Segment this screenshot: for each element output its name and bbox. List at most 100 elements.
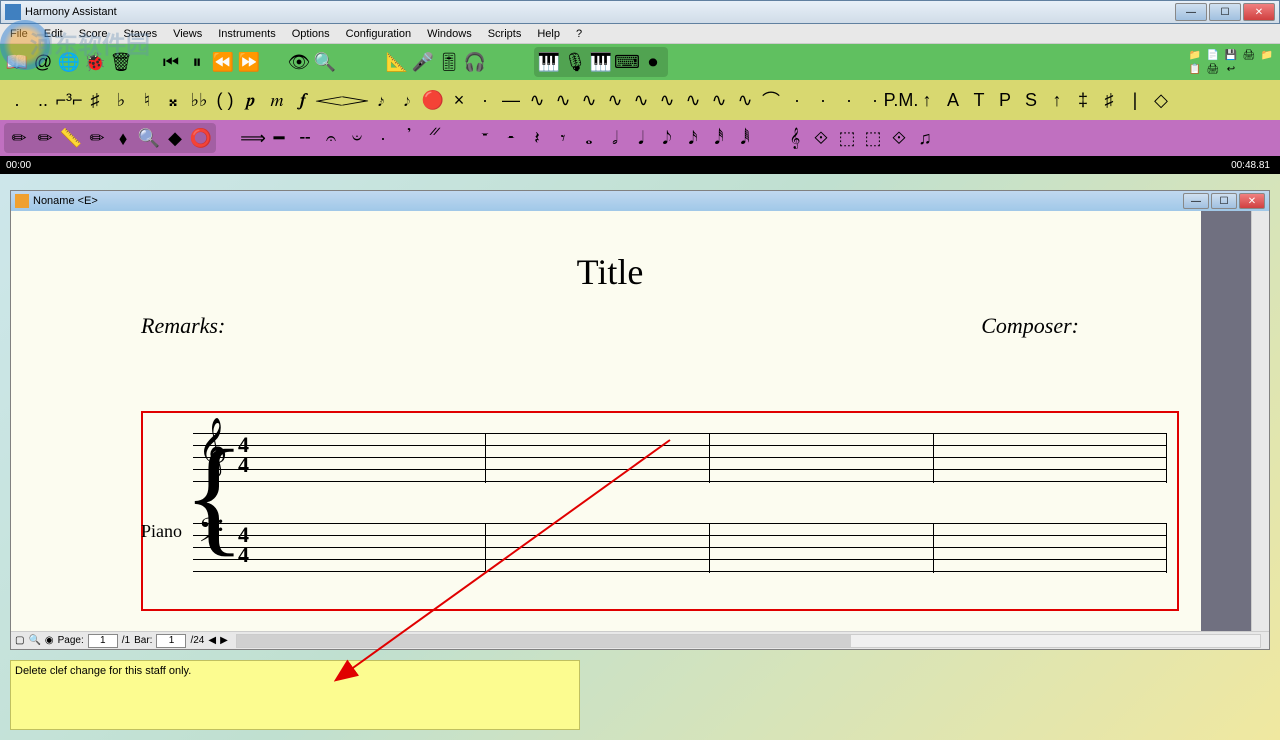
doc-close-button[interactable]: ✕	[1239, 193, 1265, 209]
composer-label[interactable]: Composer:	[981, 313, 1079, 339]
doc-minimize-button[interactable]: —	[1183, 193, 1209, 209]
menu-options[interactable]: Options	[284, 26, 338, 42]
tp-left-btn-3[interactable]: ✏	[84, 125, 110, 151]
tp-mid-btn-2[interactable]: ╌	[292, 125, 318, 151]
time-sig-bot-2[interactable]: 4	[238, 545, 249, 565]
tg-right-btn-1[interactable]: 🎤	[410, 49, 436, 75]
ty-row1-btn-0[interactable]: .	[4, 87, 30, 113]
tg-right-btn-2[interactable]: 🎚	[436, 49, 462, 75]
ty-row1-btn-8[interactable]: ( )	[212, 87, 238, 113]
tg-play-btn-2[interactable]: ⏪	[210, 49, 236, 75]
tp-notes-btn-9[interactable]: 𝅘𝅥𝅰	[706, 125, 732, 151]
maximize-button[interactable]: ☐	[1209, 3, 1241, 21]
ty-row1-btn-4[interactable]: ♭	[108, 87, 134, 113]
menu-question[interactable]: ?	[568, 26, 590, 42]
tp-left-btn-6[interactable]: ◆	[162, 125, 188, 151]
tg-corner-btn-6[interactable]: 🖨	[1204, 62, 1222, 76]
tg-left-btn-2[interactable]: 🌐	[56, 49, 82, 75]
doc-maximize-button[interactable]: ☐	[1211, 193, 1237, 209]
menu-score[interactable]: Score	[71, 26, 116, 42]
tg-far-btn-2[interactable]: 🎹	[588, 49, 614, 75]
tg-far-btn-0[interactable]: 🎹	[536, 49, 562, 75]
ty-row1-btn-3[interactable]: ♯	[82, 87, 108, 113]
ty-row1-btn-16[interactable]: 🔴	[420, 87, 446, 113]
menu-scripts[interactable]: Scripts	[480, 26, 530, 42]
menu-windows[interactable]: Windows	[419, 26, 480, 42]
ty-row1-btn-7[interactable]: ♭♭	[186, 87, 212, 113]
instrument-label[interactable]: Piano	[141, 521, 182, 542]
tg-corner-btn-2[interactable]: 💾	[1222, 48, 1240, 62]
tp-notes-btn-10[interactable]: 𝅘𝅥𝅱	[732, 125, 758, 151]
tg-mid-btn-0[interactable]: 👁	[286, 49, 312, 75]
time-sig-bot[interactable]: 4	[238, 455, 249, 475]
ty-row1-btn-39[interactable]: S	[1018, 87, 1044, 113]
tg-mid-btn-1[interactable]: 🔍	[312, 49, 338, 75]
tp-right-btn-5[interactable]: ♫	[912, 125, 938, 151]
tp-notes-btn-5[interactable]: 𝅗𝅥	[602, 125, 628, 151]
menu-help[interactable]: Help	[529, 26, 568, 42]
tg-corner-btn-4[interactable]: 📁	[1258, 48, 1276, 62]
remarks-label[interactable]: Remarks:	[141, 313, 225, 339]
bass-clef-icon[interactable]: 𝄢	[198, 515, 224, 555]
tg-play-btn-3[interactable]: ⏩	[236, 49, 262, 75]
ty-row1-btn-19[interactable]: —	[498, 87, 524, 113]
score-area[interactable]: Title Remarks: Composer: { 𝄞	[11, 211, 1269, 631]
menu-file[interactable]: File	[2, 26, 36, 42]
bass-staff[interactable]: 𝄢 4 4	[193, 523, 1167, 573]
tp-right-btn-0[interactable]: 𝄞	[782, 125, 808, 151]
ty-row1-btn-15[interactable]: 𝆕	[394, 87, 420, 113]
minimize-button[interactable]: —	[1175, 3, 1207, 21]
ty-row1-btn-29[interactable]: ⌒	[758, 87, 784, 113]
tg-right-btn-3[interactable]: 🎧	[462, 49, 488, 75]
ty-row1-btn-17[interactable]: ×	[446, 87, 472, 113]
tp-notes-btn-4[interactable]: 𝅝	[576, 125, 602, 151]
ty-row1-btn-38[interactable]: P	[992, 87, 1018, 113]
tg-corner-btn-3[interactable]: 🖨	[1240, 48, 1258, 62]
tg-right-btn-0[interactable]: 📐	[384, 49, 410, 75]
ty-row1-btn-26[interactable]: ∿	[680, 87, 706, 113]
ty-row1-btn-6[interactable]: 𝄪	[160, 87, 186, 113]
treble-clef-icon[interactable]: 𝄞	[198, 421, 228, 471]
ty-row1-btn-27[interactable]: ∿	[706, 87, 732, 113]
tp-notes-btn-3[interactable]: 𝄾	[550, 125, 576, 151]
ty-row1-btn-44[interactable]: ◇	[1148, 87, 1174, 113]
zoom-icon[interactable]: 🔍	[28, 635, 40, 646]
ty-row1-btn-30[interactable]: ·	[784, 87, 810, 113]
tp-mid-btn-1[interactable]: ━	[266, 125, 292, 151]
tg-play-btn-0[interactable]: ⏮	[158, 49, 184, 75]
ty-row1-btn-23[interactable]: ∿	[602, 87, 628, 113]
ty-row1-btn-36[interactable]: A	[940, 87, 966, 113]
tp-notes-btn-6[interactable]: 𝅘𝅥	[628, 125, 654, 151]
ty-row1-btn-9[interactable]: 𝆏	[238, 87, 264, 113]
ty-row1-btn-43[interactable]: |	[1122, 87, 1148, 113]
tp-left-btn-1[interactable]: ✏	[32, 125, 58, 151]
tp-mid-btn-6[interactable]: 𝄒	[396, 125, 422, 151]
tp-mid-btn-4[interactable]: 𝄑	[344, 125, 370, 151]
nav-prev-icon[interactable]: ◀	[208, 635, 216, 646]
tp-mid-btn-3[interactable]: 𝄐	[318, 125, 344, 151]
tg-left-btn-3[interactable]: 🐞	[82, 49, 108, 75]
ty-row1-btn-1[interactable]: ..	[30, 87, 56, 113]
page-preview[interactable]	[1201, 211, 1251, 631]
ty-row1-btn-32[interactable]: ·	[836, 87, 862, 113]
ty-row1-btn-13[interactable]: 𝆓	[342, 87, 368, 113]
close-button[interactable]: ✕	[1243, 3, 1275, 21]
tg-play-btn-1[interactable]: ⏸	[184, 49, 210, 75]
ty-row1-btn-5[interactable]: ♮	[134, 87, 160, 113]
treble-staff[interactable]: 𝄞 4 4	[193, 433, 1167, 483]
tg-left-btn-1[interactable]: @	[30, 49, 56, 75]
tp-notes-btn-7[interactable]: 𝅘𝅥𝅮	[654, 125, 680, 151]
tg-far-btn-4[interactable]: ⏺	[640, 49, 666, 75]
tg-left-btn-4[interactable]: 🗑	[108, 49, 134, 75]
ty-row1-btn-31[interactable]: ·	[810, 87, 836, 113]
ty-row1-btn-18[interactable]: ·	[472, 87, 498, 113]
menu-configuration[interactable]: Configuration	[338, 26, 419, 42]
tp-mid-btn-7[interactable]: 𝄓	[422, 125, 448, 151]
ty-row1-btn-37[interactable]: T	[966, 87, 992, 113]
nav-icon[interactable]: ▢	[15, 635, 24, 646]
ty-row1-btn-40[interactable]: ↑	[1044, 87, 1070, 113]
tg-far-btn-1[interactable]: 🎙	[562, 49, 588, 75]
ty-row1-btn-42[interactable]: ♯	[1096, 87, 1122, 113]
tg-corner-btn-5[interactable]: 📋	[1186, 62, 1204, 76]
score-title[interactable]: Title	[21, 251, 1199, 293]
